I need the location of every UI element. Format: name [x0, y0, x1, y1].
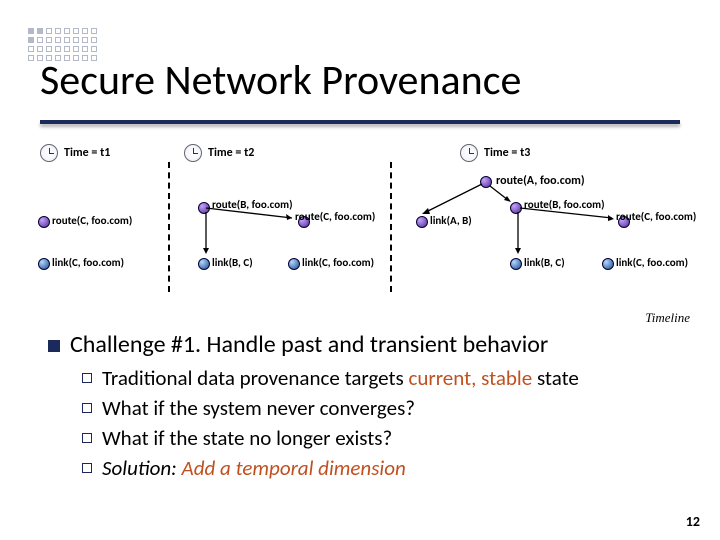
- sub-text: Solution: Add a temporal dimension: [102, 455, 406, 481]
- node-label: route(C, foo.com): [295, 210, 375, 223]
- arrow-icon: [418, 182, 486, 220]
- time-label-t3: Time = t3: [484, 146, 530, 160]
- sub-text-accent: Add a temporal dimension: [177, 455, 406, 481]
- node-dot: [288, 258, 300, 270]
- bullet-square-icon: [48, 340, 60, 352]
- page-title: Secure Network Provenance: [40, 55, 521, 106]
- body-content: Challenge #1. Handle past and transient …: [48, 330, 680, 485]
- sub-bullet: Traditional data provenance targets curr…: [82, 365, 680, 391]
- sub-bullet: What if the state no longer exists?: [82, 425, 680, 451]
- sub-text-accent: current, stable: [409, 365, 533, 391]
- divider-line: [168, 162, 170, 292]
- node-label: link(B, C): [524, 256, 565, 269]
- divider-line: [390, 162, 392, 292]
- node-dot: [38, 258, 50, 270]
- sub-text-pre: Solution:: [102, 455, 177, 481]
- sub-text: Traditional data provenance targets curr…: [102, 365, 579, 391]
- sub-text: What if the state no longer exists?: [102, 425, 392, 451]
- timeline-label: Timeline: [645, 310, 690, 326]
- bullet-box-icon: [82, 373, 92, 383]
- sub-bullet: What if the system never converges?: [82, 395, 680, 421]
- node-label: link(B, C): [212, 256, 253, 269]
- node-dot: [198, 258, 210, 270]
- node-label: link(C, foo.com): [616, 256, 688, 269]
- provenance-diagram: Time = t1 Time = t2 Time = t3 route(A, f…: [20, 140, 710, 300]
- sub-text-post: state: [532, 365, 579, 391]
- bullet-box-icon: [82, 463, 92, 473]
- bullet-box-icon: [82, 433, 92, 443]
- node-label: link(C, foo.com): [52, 256, 124, 269]
- bullet-box-icon: [82, 403, 92, 413]
- sub-bullet: Solution: Add a temporal dimension: [82, 455, 680, 481]
- node-dot: [602, 258, 614, 270]
- node-dot: [510, 258, 522, 270]
- arrow-icon: [518, 206, 620, 222]
- arrow-icon: [488, 184, 516, 206]
- page-number: 12: [686, 513, 700, 530]
- clock-icon: [40, 144, 58, 162]
- node-label: route(C, foo.com): [52, 214, 132, 227]
- bullet-challenge: Challenge #1. Handle past and transient …: [48, 330, 680, 359]
- node-label: link(C, foo.com): [302, 256, 374, 269]
- sub-text: What if the system never converges?: [102, 395, 415, 421]
- time-label-t1: Time = t1: [64, 146, 110, 160]
- sub-text-pre: Traditional data provenance targets: [102, 365, 409, 391]
- challenge-text: Challenge #1. Handle past and transient …: [70, 330, 548, 359]
- node-label: route(C, foo.com): [616, 210, 696, 223]
- arrow-icon: [202, 212, 214, 258]
- clock-icon: [460, 144, 478, 162]
- node-dot: [38, 216, 50, 228]
- arrow-icon: [514, 212, 526, 258]
- title-underline: [40, 120, 680, 124]
- time-label-t2: Time = t2: [208, 146, 254, 160]
- arrow-icon: [204, 206, 300, 222]
- clock-icon: [184, 144, 202, 162]
